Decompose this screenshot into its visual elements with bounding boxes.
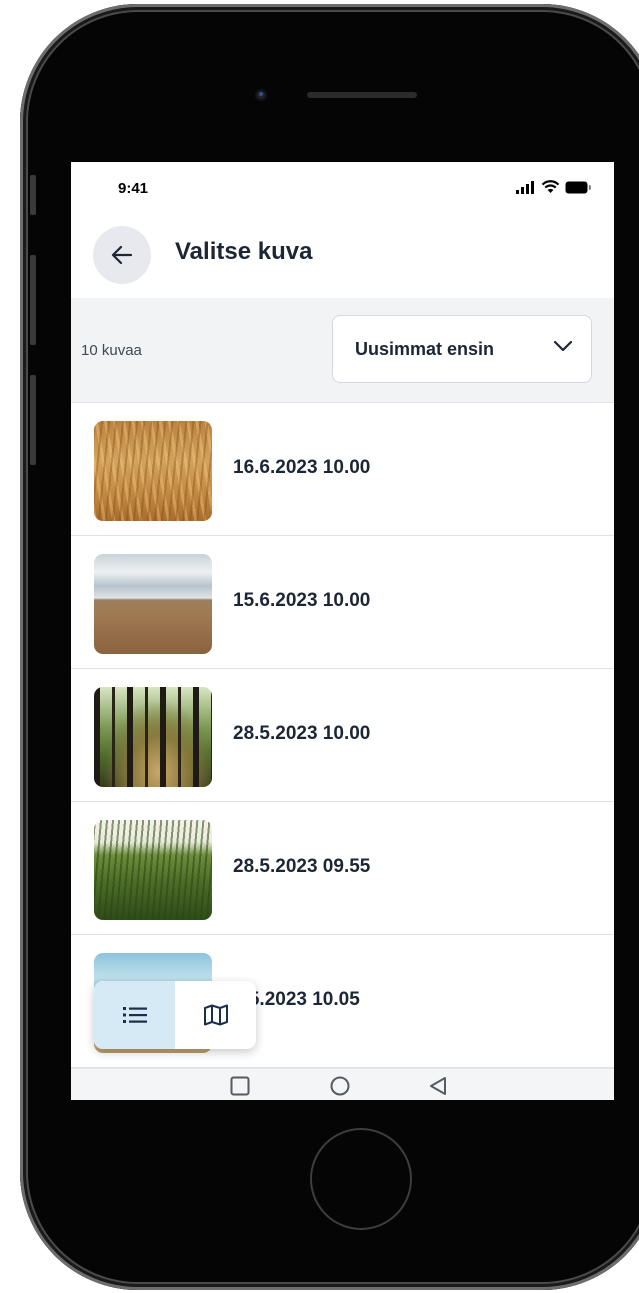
map-view-button[interactable] <box>175 981 256 1049</box>
battery-icon <box>565 181 591 193</box>
front-camera <box>255 89 267 101</box>
list-view-button[interactable] <box>94 981 175 1049</box>
view-toggle <box>94 981 256 1049</box>
photo-list-item[interactable]: 15.6.2023 10.00 <box>71 536 614 669</box>
list-toolbar: 10 kuvaa Uusimmat ensin <box>71 298 614 403</box>
photo-thumbnail <box>94 687 212 787</box>
photo-date: 28.5.2023 10.00 <box>233 723 371 744</box>
side-button <box>30 175 36 215</box>
sort-dropdown[interactable]: Uusimmat ensin <box>332 315 592 383</box>
photo-thumbnail <box>94 820 212 920</box>
screen: 9:41 Valitse kuva 10 kuvaa Uusimmat ensi… <box>71 162 614 1100</box>
home-button[interactable] <box>310 1128 412 1230</box>
side-button <box>30 255 36 345</box>
photo-list: 16.6.2023 10.00 15.6.2023 10.00 28.5.202… <box>71 403 614 1068</box>
circle-nav-icon[interactable] <box>330 1076 350 1096</box>
photo-thumbnail <box>94 554 212 654</box>
triangle-back-nav-icon[interactable] <box>428 1076 448 1096</box>
back-arrow-icon <box>111 245 133 265</box>
photo-list-item[interactable]: 28.5.2023 09.55 <box>71 802 614 935</box>
status-icons <box>516 180 592 194</box>
list-icon <box>122 1007 147 1023</box>
status-time: 9:41 <box>118 180 149 197</box>
wifi-icon <box>541 180 560 193</box>
photo-date: 16.6.2023 10.00 <box>233 457 371 478</box>
status-bar: 9:41 <box>71 162 614 210</box>
map-icon <box>203 1004 228 1026</box>
photo-date: 28.5.2023 09.55 <box>233 856 371 877</box>
app-header: Valitse kuva <box>71 212 614 298</box>
photo-date: 15.6.2023 10.00 <box>233 590 371 611</box>
photo-thumbnail <box>94 421 212 521</box>
square-nav-icon[interactable] <box>230 1076 250 1096</box>
photo-list-item[interactable]: 16.6.2023 10.00 <box>71 403 614 536</box>
side-button <box>30 375 36 465</box>
page-title: Valitse kuva <box>175 238 313 265</box>
system-nav-bar <box>71 1068 614 1100</box>
earpiece-speaker <box>307 92 417 98</box>
back-button[interactable] <box>93 226 151 284</box>
photo-list-item[interactable]: 28.5.2023 10.00 <box>71 669 614 802</box>
photo-count: 10 kuvaa <box>81 342 142 359</box>
sort-label: Uusimmat ensin <box>355 338 495 359</box>
chevron-down-icon <box>553 340 573 352</box>
signal-icon <box>516 180 534 194</box>
